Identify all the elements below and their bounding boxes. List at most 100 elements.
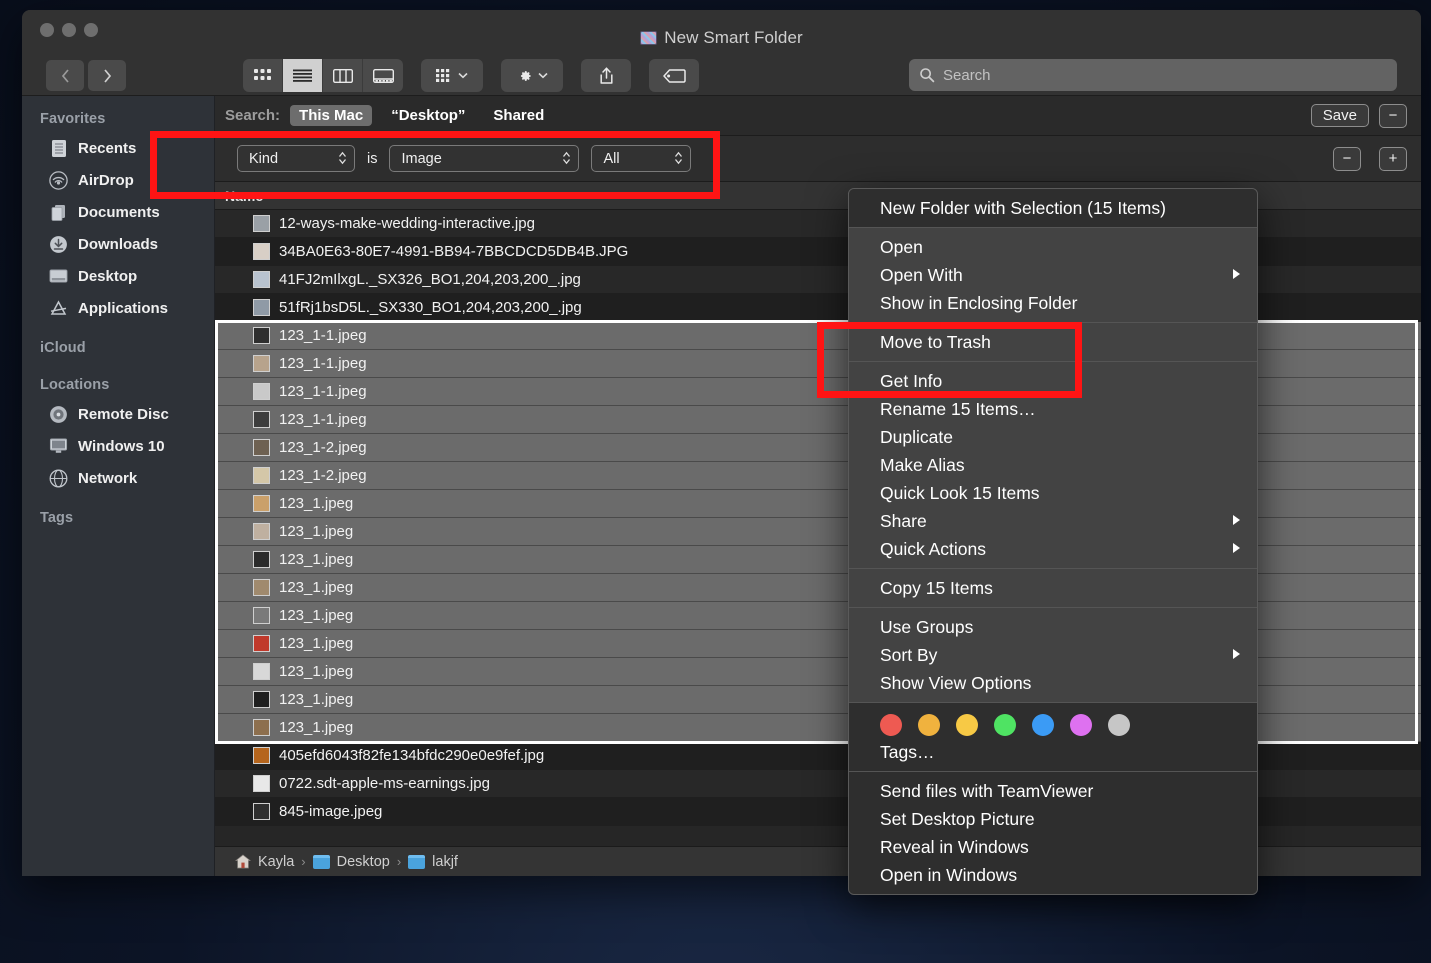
save-button[interactable]: Save <box>1311 104 1369 127</box>
icon-view-button[interactable] <box>243 59 283 92</box>
tag-color-swatch[interactable] <box>880 714 902 736</box>
close-search-button[interactable]: − <box>1379 104 1407 128</box>
sidebar-item-documents[interactable]: Documents <box>22 196 214 228</box>
breadcrumb-separator: › <box>397 854 401 869</box>
sidebar-item-label: Recents <box>78 140 136 157</box>
desktop-icon <box>48 266 69 287</box>
menu-item[interactable]: Make Alias <box>849 451 1257 479</box>
menu-group: Open Open WithShow in Enclosing Folder <box>849 228 1257 323</box>
sidebar-item-label: Desktop <box>78 268 137 285</box>
file-thumbnail <box>253 635 270 652</box>
menu-item[interactable]: Reveal in Windows <box>849 833 1257 861</box>
menu-item-label: Use Groups <box>880 617 973 638</box>
menu-item[interactable]: Quick Look 15 Items <box>849 479 1257 507</box>
action-menu-button[interactable] <box>501 59 563 92</box>
tag-color-swatch[interactable] <box>956 714 978 736</box>
sidebar-item-desktop[interactable]: Desktop <box>22 260 214 292</box>
menu-item[interactable]: Use Groups <box>849 613 1257 641</box>
tag-color-swatch[interactable] <box>1070 714 1092 736</box>
view-mode-segmented-control[interactable] <box>243 59 403 92</box>
file-thumbnail <box>253 775 270 792</box>
sidebar-item-recents[interactable]: Recents <box>22 132 214 164</box>
menu-item[interactable]: Share <box>849 507 1257 535</box>
back-button[interactable] <box>46 60 84 91</box>
scope-desktop[interactable]: “Desktop” <box>382 105 474 126</box>
context-menu[interactable]: New Folder with Selection (15 Items) Open… <box>848 188 1258 895</box>
file-thumbnail <box>253 523 270 540</box>
breadcrumb-item-kayla[interactable]: Kayla <box>258 854 294 870</box>
file-name: 123_1.jpeg <box>279 719 353 736</box>
sidebar-section-icloud: iCloud <box>22 324 214 361</box>
file-thumbnail <box>253 495 270 512</box>
navigation-buttons <box>46 60 126 91</box>
file-thumbnail <box>253 467 270 484</box>
breadcrumb-item-desktop[interactable]: Desktop <box>337 854 390 870</box>
group-by-button[interactable] <box>421 59 483 92</box>
tag-color-swatch[interactable] <box>994 714 1016 736</box>
search-field[interactable]: Search <box>909 59 1397 91</box>
sidebar-item-downloads[interactable]: Downloads <box>22 228 214 260</box>
add-criterion-button[interactable]: + <box>1379 147 1407 171</box>
menu-item[interactable]: Copy 15 Items <box>849 574 1257 602</box>
file-name: 123_1.jpeg <box>279 607 353 624</box>
toolbar <box>243 59 699 92</box>
sidebar-item-remote-disc[interactable]: Remote Disc <box>22 398 214 430</box>
file-thumbnail <box>253 271 270 288</box>
sidebar-item-airdrop[interactable]: AirDrop <box>22 164 214 196</box>
tag-color-swatch[interactable] <box>918 714 940 736</box>
downloads-icon <box>48 234 69 255</box>
menu-item[interactable]: Tags… <box>849 738 1257 766</box>
menu-item[interactable]: Open in Windows <box>849 861 1257 889</box>
menu-item[interactable]: Get Info <box>849 367 1257 395</box>
scope-shared[interactable]: Shared <box>484 105 553 126</box>
gallery-view-button[interactable] <box>363 59 403 92</box>
menu-item[interactable]: Duplicate <box>849 423 1257 451</box>
list-view-button[interactable] <box>283 59 323 92</box>
share-icon <box>599 67 614 85</box>
menu-item-label: Tags… <box>880 742 934 763</box>
documents-icon <box>48 202 69 223</box>
remove-criterion-button[interactable]: − <box>1333 147 1361 171</box>
tag-color-swatch[interactable] <box>1032 714 1054 736</box>
menu-item-label: Open in Windows <box>880 865 1017 886</box>
sidebar-item-applications[interactable]: Applications <box>22 292 214 324</box>
menu-item[interactable]: Rename 15 Items… <box>849 395 1257 423</box>
breadcrumb-item-lakjf[interactable]: lakjf <box>432 854 458 870</box>
menu-item-label: Share <box>880 511 927 532</box>
menu-item[interactable]: Show View Options <box>849 669 1257 697</box>
window-titlebar: New Smart Folder <box>22 10 1421 96</box>
tag-color-swatches[interactable] <box>849 708 1257 738</box>
scope-this-mac[interactable]: This Mac <box>290 105 372 126</box>
file-name: 123_1-2.jpeg <box>279 439 367 456</box>
menu-item[interactable]: Open With <box>849 261 1257 289</box>
menu-item-label: Open <box>880 237 923 258</box>
menu-item[interactable]: Send files with TeamViewer <box>849 777 1257 805</box>
sidebar-item-network[interactable]: Network <box>22 462 214 494</box>
share-button[interactable] <box>581 59 631 92</box>
tag-button[interactable] <box>649 59 699 92</box>
column-view-button[interactable] <box>323 59 363 92</box>
criteria-value-select[interactable]: Image <box>389 145 579 172</box>
criteria-attribute-select[interactable]: Kind <box>237 145 355 172</box>
submenu-arrow-icon <box>1232 648 1241 663</box>
file-name: 123_1.jpeg <box>279 551 353 568</box>
menu-item[interactable]: Open <box>849 233 1257 261</box>
file-name: 123_1.jpeg <box>279 691 353 708</box>
menu-item[interactable]: Quick Actions <box>849 535 1257 563</box>
menu-item[interactable]: Show in Enclosing Folder <box>849 289 1257 317</box>
menu-item[interactable]: New Folder with Selection (15 Items) <box>849 194 1257 222</box>
forward-button[interactable] <box>88 60 126 91</box>
tag-color-swatch[interactable] <box>1108 714 1130 736</box>
column-header-name[interactable]: Name <box>215 188 263 204</box>
menu-group: Send files with TeamViewerSet Desktop Pi… <box>849 772 1257 894</box>
criteria-attribute-value: Kind <box>249 151 278 167</box>
search-input-placeholder[interactable]: Search <box>943 67 991 84</box>
file-name: 123_1.jpeg <box>279 635 353 652</box>
menu-group: Use Groups Sort ByShow View Options <box>849 608 1257 703</box>
criteria-qualifier-select[interactable]: All <box>591 145 691 172</box>
file-thumbnail <box>253 299 270 316</box>
sidebar-item-windows-10[interactable]: Windows 10 <box>22 430 214 462</box>
menu-item[interactable]: Set Desktop Picture <box>849 805 1257 833</box>
menu-item[interactable]: Sort By <box>849 641 1257 669</box>
menu-item[interactable]: Move to Trash <box>849 328 1257 356</box>
